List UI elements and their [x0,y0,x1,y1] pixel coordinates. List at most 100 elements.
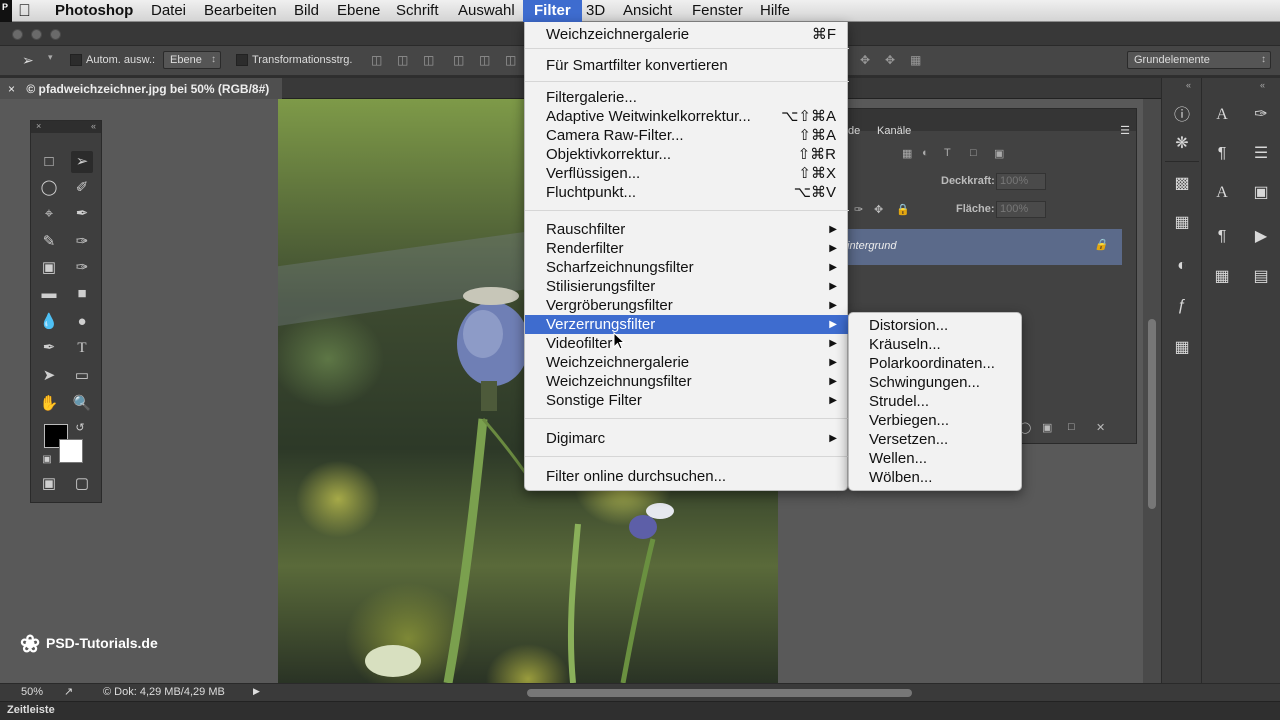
apple-icon[interactable]:  [18,1,31,21]
healing-brush-tool-icon[interactable]: ✎ [38,231,60,253]
vertical-scrollbar[interactable] [1143,99,1161,683]
paragraph-styles-icon[interactable]: ¶ [1211,226,1233,248]
new-layer-icon[interactable]: □ [1068,421,1075,433]
render-filter-item[interactable]: Renderfilter ▶ [525,239,849,258]
align-bottom-icon[interactable]: ◫ [423,53,437,67]
pen-tool-icon[interactable]: ✒ [38,337,60,359]
properties-icon[interactable]: ▦ [1171,212,1193,234]
move-tool-icon[interactable]: ➢ [22,52,34,69]
zoom-window-button[interactable] [50,29,61,40]
path-select-tool-icon[interactable]: ➤ [38,365,60,387]
brush-settings-icon[interactable]: ☰ [1250,143,1272,165]
document-tab[interactable]: × © pfadweichzeichner.jpg bei 50% (RGB/8… [0,78,282,99]
status-menu-arrow-icon[interactable]: ▶ [253,686,260,697]
tab-channels[interactable]: Kanäle [877,125,911,137]
submenu-item-twirl[interactable]: Strudel... [849,392,1023,411]
workspace-select[interactable]: Grundelemente [1127,51,1271,69]
menu-schrift[interactable]: Schrift [396,2,439,20]
close-panel-icon[interactable]: × [36,121,41,131]
marquee-tool-icon[interactable]: □ [38,151,60,173]
horizontal-scrollbar-thumb[interactable] [527,689,912,697]
lasso-tool-icon[interactable]: ◯ [38,177,60,199]
zoom-level[interactable]: 50% [21,686,43,698]
vanishing-point-item[interactable]: Fluchtpunkt... ⌥⌘V [525,183,849,202]
layer-row-background[interactable]: intergrund 🔒 [844,229,1122,265]
new-group-icon[interactable]: ▣ [1042,421,1052,434]
submenu-item-displace[interactable]: Versetzen... [849,430,1023,449]
history-brush-tool-icon[interactable]: ✑ [71,257,93,279]
3d-pan-icon[interactable]: ✥ [885,53,899,67]
export-icon[interactable]: ↗ [64,685,73,698]
menu-hilfe[interactable]: Hilfe [760,2,790,20]
menu-3d[interactable]: 3D [586,2,605,20]
submenu-item-shear[interactable]: Verbiegen... [849,411,1023,430]
align-top-icon[interactable]: ◫ [371,53,385,67]
distort-filter-item[interactable]: Verzerrungsfilter ▶ [525,315,849,334]
delete-layer-icon[interactable]: ✕ [1096,421,1105,434]
filter-pixel-icon[interactable]: ▦ [902,147,912,160]
move-tool-icon[interactable]: ➢ [71,151,93,173]
character-styles-icon[interactable]: A [1211,182,1233,204]
opacity-field[interactable]: 100% [996,173,1046,190]
camera-raw-item[interactable]: Camera Raw-Filter... ⇧⌘A [525,126,849,145]
rectangle-tool-icon[interactable]: ▭ [71,365,93,387]
type-tool-icon[interactable]: T [71,337,93,359]
convert-smart-filter-item[interactable]: Für Smartfilter konvertieren [525,56,849,75]
last-filter-item[interactable]: Weichzeichnergalerie ⌘F [525,25,849,44]
other-filter-item[interactable]: Sonstige Filter ▶ [525,391,849,410]
blur-tool-icon[interactable]: 💧 [38,311,60,333]
timeline-tab[interactable]: Zeitleiste [7,704,55,716]
brush-tool-icon[interactable]: ✑ [71,231,93,253]
eyedropper-tool-icon[interactable]: ✒ [71,203,93,225]
adaptive-wide-angle-item[interactable]: Adaptive Weitwinkelkorrektur... ⌥⇧⌘A [525,107,849,126]
quick-select-tool-icon[interactable]: ✐ [71,177,93,199]
filter-smart-icon[interactable]: ▣ [994,147,1004,160]
clone-source-icon[interactable]: ▣ [1250,182,1272,204]
browse-filters-online-item[interactable]: Filter online durchsuchen... [525,467,849,486]
swatches-icon[interactable]: ▦ [1171,337,1193,359]
align-left-icon[interactable]: ◫ [453,53,467,67]
blur-filter-item[interactable]: Weichzeichnungsfilter ▶ [525,372,849,391]
3d-roll-icon[interactable]: ✥ [860,53,874,67]
sharpen-filter-item[interactable]: Scharfzeichnungsfilter ▶ [525,258,849,277]
auto-select-checkbox[interactable] [70,54,82,66]
menu-filter[interactable]: Filter [523,0,582,22]
filter-type-icon[interactable]: T [944,147,951,159]
filter-gallery-item[interactable]: Filtergalerie... [525,88,849,107]
panel-menu-icon[interactable]: ☰ [1120,124,1130,137]
navigator-icon[interactable]: ❋ [1171,133,1193,155]
stylize-filter-item[interactable]: Stilisierungsfilter ▶ [525,277,849,296]
vertical-scrollbar-thumb[interactable] [1148,319,1156,509]
submenu-item-polar[interactable]: Polarkoordinaten... [849,354,1023,373]
minimize-window-button[interactable] [31,29,42,40]
menu-ebene[interactable]: Ebene [337,2,380,20]
liquify-item[interactable]: Verflüssigen... ⇧⌘X [525,164,849,183]
close-window-button[interactable] [12,29,23,40]
submenu-item-distortion[interactable]: Distorsion... [849,316,1023,335]
menu-ansicht[interactable]: Ansicht [623,2,672,20]
character-icon[interactable]: A [1211,104,1233,126]
fill-field[interactable]: 100% [996,201,1046,218]
paragraph-icon[interactable]: ¶ [1211,143,1233,165]
submenu-item-wave[interactable]: Wellen... [849,449,1023,468]
submenu-item-wave-osc[interactable]: Schwingungen... [849,373,1023,392]
filter-shape-icon[interactable]: □ [970,147,977,159]
lock-all-icon[interactable]: 🔒 [896,203,910,216]
background-color-swatch[interactable] [59,439,83,463]
close-tab-icon[interactable]: × [8,82,15,96]
gradient-tool-icon[interactable]: ■ [71,283,93,305]
collapse-dock-icon[interactable]: « [1260,80,1265,90]
histogram-icon[interactable]: ▩ [1171,173,1193,195]
menu-auswahl[interactable]: Auswahl [458,2,515,20]
hand-tool-icon[interactable]: ✋ [38,393,60,415]
swap-colors-icon[interactable]: ↺ [69,417,91,439]
brush-presets-icon[interactable]: ✑ [1250,104,1272,126]
filter-adjust-icon[interactable]: ◐ [922,147,929,159]
default-colors-icon[interactable]: ▣ [36,449,58,471]
collapse-panel-icon[interactable]: « [91,121,96,131]
tab-layers[interactable]: de [848,125,860,137]
3d-camera-icon[interactable]: ▦ [910,53,924,67]
align-hcenter-icon[interactable]: ◫ [479,53,493,67]
screen-mode-icon[interactable]: ▢ [71,473,93,495]
auto-select-target-select[interactable]: Ebene [163,51,221,69]
